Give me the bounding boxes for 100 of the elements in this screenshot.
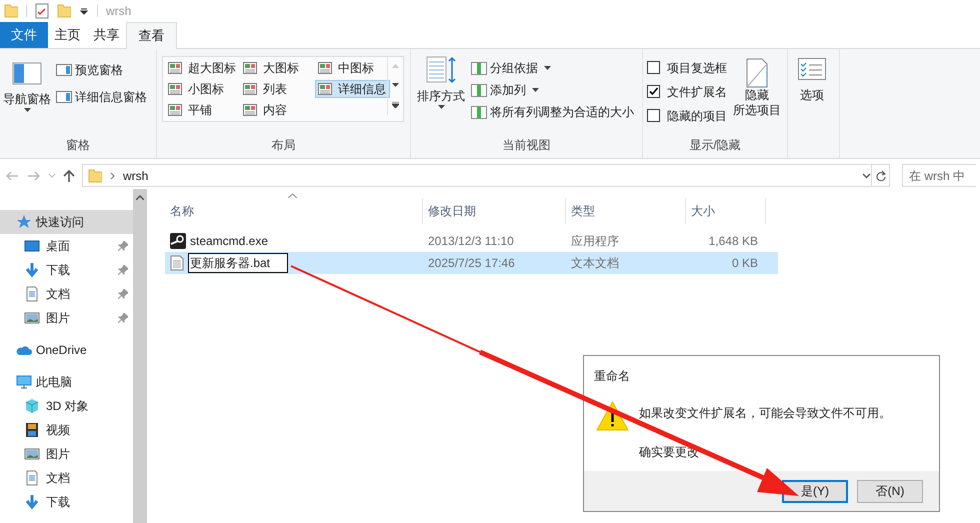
table-cell-text: 1,648 KB (708, 233, 759, 250)
table-cell-text: 2025/7/25 17:46 (427, 255, 516, 272)
sidebar-item[interactable]: 下载 (0, 490, 133, 514)
ribbon-tab[interactable]: 共享 (87, 22, 126, 48)
sidebar-item[interactable]: 视频 (0, 418, 133, 442)
document-icon (24, 470, 40, 486)
video-icon (24, 422, 40, 438)
warning-icon (596, 401, 629, 431)
table-cell-text: 2013/12/3 11:10 (427, 233, 515, 250)
column-header[interactable]: 类型 (566, 198, 686, 224)
layout-option[interactable]: 详细信息 (315, 80, 390, 98)
refresh-icon (876, 170, 886, 182)
refresh-button[interactable] (872, 164, 890, 187)
checkbox[interactable]: 文件扩展名 (647, 83, 727, 100)
pane-icon (56, 91, 72, 103)
sidebar-item[interactable]: 文档 (0, 282, 133, 306)
pictures-icon (24, 310, 40, 326)
table-cell-text: 0 KB (730, 255, 759, 272)
address-field[interactable]: wrsh (82, 164, 872, 187)
ribbon-tab[interactable]: 主页 (48, 22, 87, 48)
layout-option[interactable]: 小图标 (165, 80, 240, 98)
pane-icon (12, 62, 42, 86)
sort-icon (426, 56, 456, 84)
layout-option[interactable]: 平铺 (165, 101, 240, 119)
file-row[interactable]: 更新服务器.bat 2025/7/25 17:46 文本文档 0 KB (165, 252, 778, 274)
column-icon (471, 83, 487, 97)
options-button[interactable]: 选项 (792, 56, 832, 104)
folder-icon (57, 3, 71, 19)
forward-icon (26, 170, 42, 182)
layout-option[interactable]: 超大图标 (165, 59, 240, 77)
sidebar-item[interactable]: 此电脑 (0, 370, 133, 394)
sort-by-button[interactable]: 排序方式 (415, 56, 467, 120)
view-icon (168, 83, 182, 95)
table-cell-text: 应用程序 (570, 233, 620, 250)
file-row[interactable]: steamcmd.exe 2013/12/3 11:10 应用程序 1,648 KB (165, 230, 778, 252)
expand-icon (392, 102, 399, 108)
column-icon (471, 61, 487, 75)
ribbon-tab[interactable]: 文件 (0, 22, 48, 48)
checklist-icon (35, 3, 49, 19)
star-icon (16, 214, 32, 230)
navigation-pane-button[interactable]: 导航窗格 (2, 56, 52, 120)
document-icon (24, 286, 40, 302)
computer-icon (16, 374, 32, 390)
sidebar-item[interactable]: 3D 对象 (0, 394, 133, 418)
sidebar-item[interactable]: 桌面 (0, 234, 133, 258)
desktop-icon (24, 238, 40, 254)
up-icon (62, 168, 76, 182)
download-icon (24, 262, 40, 278)
caret-icon (24, 108, 30, 112)
sidebar-item[interactable]: 图片 (0, 442, 133, 466)
sidebar-item[interactable]: 快速访问 (0, 210, 133, 234)
sidebar-item[interactable]: 下载 (0, 258, 133, 282)
dialog-button[interactable]: 是(Y) (782, 480, 848, 502)
view-icon (243, 62, 257, 74)
layout-option[interactable]: 内容 (240, 101, 315, 119)
view-icon (243, 104, 257, 116)
options-icon (798, 58, 826, 80)
checkbox[interactable]: 项目复选框 (647, 59, 727, 76)
column-icon (471, 105, 487, 119)
view-command[interactable]: 将所有列调整为合适的大小 (471, 103, 634, 121)
cube-icon (24, 398, 40, 414)
dialog-button[interactable]: 否(N) (857, 480, 923, 502)
view-icon (243, 83, 257, 95)
layout-option[interactable]: 列表 (240, 80, 315, 98)
text-file-icon (170, 255, 184, 271)
sidebar-item[interactable]: 文档 (0, 466, 133, 490)
view-icon (168, 104, 182, 116)
recent-dropdown-icon (48, 172, 56, 178)
dropdown-icon (79, 6, 89, 16)
table-cell-text: 文本文档 (570, 255, 620, 272)
column-header[interactable]: 修改日期 (423, 198, 566, 224)
search-field[interactable]: 在 wrsh 中 (902, 164, 976, 187)
rename-field[interactable]: 更新服务器.bat (188, 253, 288, 273)
sidebar-item[interactable]: 图片 (0, 306, 133, 330)
view-icon (318, 62, 332, 74)
file-name: steamcmd.exe (190, 233, 268, 250)
view-icon (318, 83, 332, 95)
folder-icon (88, 168, 102, 184)
checkbox[interactable]: 隐藏的项目 (647, 107, 727, 124)
group-label: 窗格 (66, 137, 90, 154)
ribbon-tab[interactable]: 查看 (126, 22, 177, 49)
dialog-title: 重命名 (593, 368, 631, 385)
scroll-down-icon (392, 82, 399, 87)
details-pane-button[interactable]: 详细信息窗格 (56, 88, 147, 106)
hide-selected-button[interactable]: 隐藏 所选项目 (731, 56, 783, 118)
preview-pane-button[interactable]: 预览窗格 (56, 61, 147, 79)
column-header[interactable]: 名称 (165, 198, 423, 224)
layout-option[interactable]: 大图标 (240, 59, 315, 77)
page-icon (746, 58, 768, 88)
folder-icon (4, 3, 18, 19)
window-title: wrsh (106, 3, 132, 20)
group-label: 显示/隐藏 (689, 137, 741, 154)
dialog-message: 如果改变文件扩展名，可能会导致文件不可用。 (639, 405, 891, 422)
chevron-down-icon (862, 172, 871, 178)
sidebar-item[interactable]: OneDrive (0, 338, 133, 362)
back-icon (4, 170, 20, 182)
layout-option[interactable]: 中图标 (315, 59, 390, 77)
view-command[interactable]: 添加列 (471, 81, 634, 99)
column-header[interactable]: 大小 (686, 198, 766, 224)
view-command[interactable]: 分组依据 (471, 59, 634, 77)
